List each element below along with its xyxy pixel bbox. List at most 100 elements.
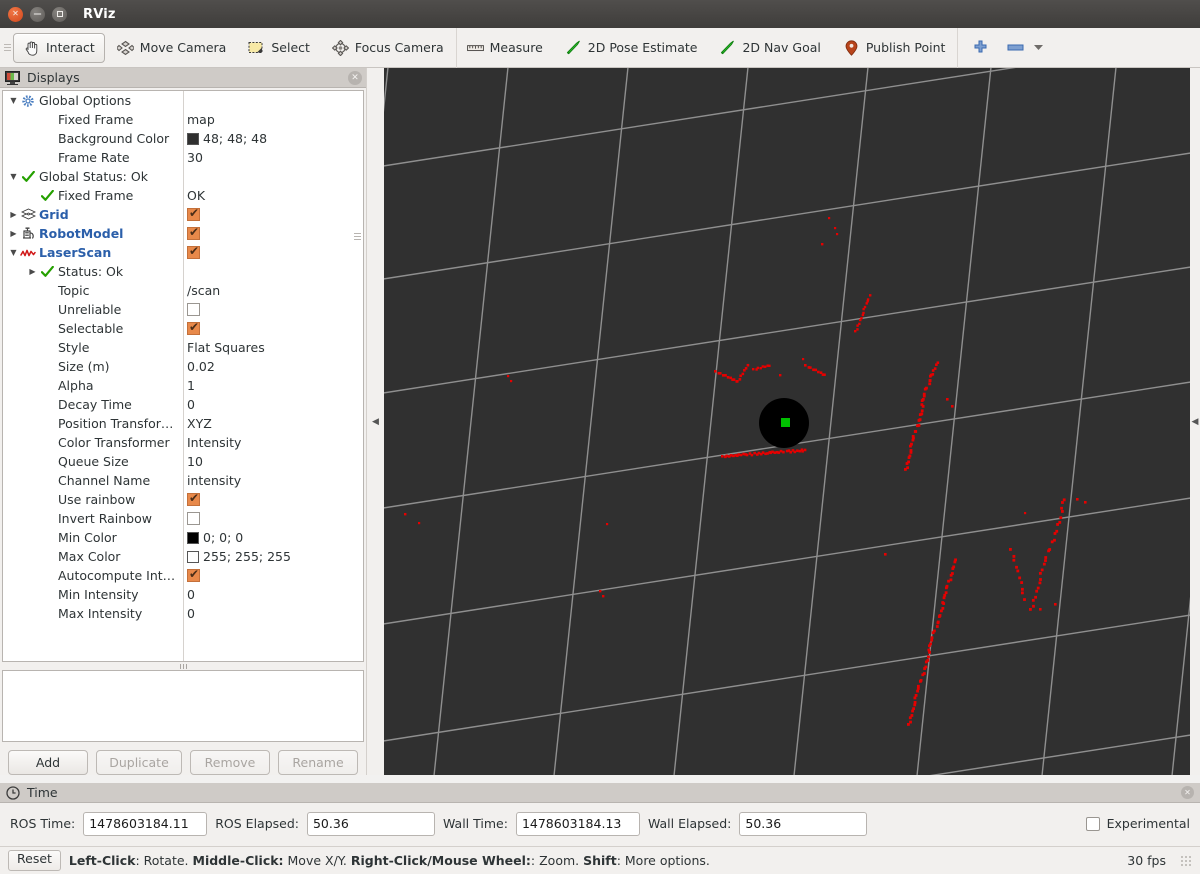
tree-row[interactable]: Queue Size 10 [3, 452, 363, 471]
minus-icon[interactable] [1007, 40, 1024, 55]
checkbox-checked[interactable] [187, 322, 200, 336]
color-swatch[interactable] [187, 132, 199, 145]
checkbox-checked[interactable] [187, 246, 200, 260]
tree-row[interactable]: ▼ Global Status: Ok [3, 167, 363, 186]
render-canvas[interactable] [384, 68, 1190, 775]
ros-elapsed-input[interactable]: 50.36 [306, 811, 435, 836]
tree-row-value[interactable]: XYZ [183, 416, 363, 431]
tree-row-value[interactable]: 0 [183, 587, 363, 602]
tool-publish-point[interactable]: Publish Point [833, 33, 956, 63]
tree-row[interactable]: Fixed Frame OK [3, 186, 363, 205]
dock-splitter-handle[interactable] [0, 662, 366, 669]
tool-interact[interactable]: Interact [13, 32, 105, 63]
checkbox-checked[interactable] [187, 569, 200, 583]
tree-row[interactable]: Use rainbow [3, 490, 363, 509]
tree-row[interactable]: Position Transfor… XYZ [3, 414, 363, 433]
wall-time-input[interactable]: 1478603184.13 [515, 811, 640, 836]
window-minimize-button[interactable]: — [30, 6, 45, 22]
add-button[interactable]: Add [8, 750, 88, 775]
tree-row[interactable]: Selectable [3, 319, 363, 338]
tree-row-value[interactable] [183, 322, 363, 336]
tree-row-value[interactable]: 1 [183, 378, 363, 393]
tree-row[interactable]: Frame Rate 30 [3, 148, 363, 167]
tree-row[interactable]: ▶ RobotModel [3, 224, 363, 243]
expand-arrow-open-icon[interactable]: ▼ [7, 248, 20, 257]
tree-row[interactable]: Max Color 255; 255; 255 [3, 547, 363, 566]
tool-move-camera[interactable]: Move Camera [107, 33, 237, 63]
tree-row[interactable]: Color Transformer Intensity [3, 433, 363, 452]
tree-row[interactable]: ▼ Global Options [3, 91, 363, 110]
plus-icon[interactable] [972, 40, 989, 55]
tree-row[interactable]: Decay Time 0 [3, 395, 363, 414]
toolbar-drag-handle[interactable] [2, 28, 13, 68]
expand-arrow-closed-icon[interactable]: ▶ [7, 229, 20, 238]
tree-row[interactable]: Autocompute Int… [3, 566, 363, 585]
3d-render-view[interactable] [384, 68, 1190, 775]
checkbox-unchecked[interactable] [187, 512, 200, 526]
tree-row-value[interactable]: 0.02 [183, 359, 363, 374]
window-maximize-button[interactable] [52, 6, 67, 22]
resize-grip[interactable] [1180, 854, 1192, 867]
tree-row[interactable]: Style Flat Squares [3, 338, 363, 357]
color-swatch[interactable] [187, 550, 199, 563]
tree-row-value[interactable] [183, 569, 363, 583]
checkbox-checked[interactable] [187, 227, 200, 241]
expand-arrow-open-icon[interactable]: ▼ [7, 172, 20, 181]
tree-row-value[interactable]: 0 [183, 397, 363, 412]
close-icon[interactable]: ✕ [1181, 786, 1194, 799]
tree-row[interactable]: Topic/scan [3, 281, 363, 300]
tree-row[interactable]: ▶ Grid [3, 205, 363, 224]
tree-row[interactable]: Invert Rainbow [3, 509, 363, 528]
tree-row-value[interactable]: intensity [183, 473, 363, 488]
tree-row-value[interactable]: OK [183, 188, 363, 203]
tree-row-value[interactable] [183, 208, 363, 222]
displays-tree[interactable]: ▼ Global Options Fixed Frame map Background … [2, 90, 364, 663]
tool-select[interactable]: Select [238, 33, 320, 63]
tree-row-value[interactable]: 48; 48; 48 [183, 131, 363, 146]
tree-row-value[interactable]: /scan [183, 283, 363, 298]
tree-row-value[interactable]: 0; 0; 0 [183, 530, 363, 545]
expand-arrow-open-icon[interactable]: ▼ [7, 96, 20, 105]
tree-row[interactable]: Size (m) 0.02 [3, 357, 363, 376]
tree-row-value[interactable] [183, 512, 363, 526]
tree-row-value[interactable]: Flat Squares [183, 340, 363, 355]
ros-time-input[interactable]: 1478603184.11 [83, 811, 208, 836]
tree-row-value[interactable]: 255; 255; 255 [183, 549, 363, 564]
collapse-right-icon[interactable]: ◀ [1192, 417, 1199, 427]
tree-row-value[interactable]: map [183, 112, 363, 127]
tree-row-value[interactable]: 30 [183, 150, 363, 165]
tree-row-value[interactable] [183, 303, 363, 317]
tree-row-value[interactable] [183, 246, 363, 260]
tool-focus-camera[interactable]: Focus Camera [322, 33, 454, 63]
tree-row-value[interactable]: Intensity [183, 435, 363, 450]
reset-button[interactable]: Reset [8, 850, 61, 871]
tree-row[interactable]: Alpha 1 [3, 376, 363, 395]
tree-row[interactable]: ▶ Status: Ok [3, 262, 363, 281]
expand-arrow-closed-icon[interactable]: ▶ [7, 210, 20, 219]
tree-row[interactable]: Max Intensity 0 [3, 604, 363, 623]
wall-elapsed-input[interactable]: 50.36 [739, 811, 868, 836]
left-panel-collapse-handle[interactable]: ◀ [366, 68, 384, 775]
experimental-checkbox[interactable] [1085, 816, 1100, 831]
tool-measure[interactable]: Measure [457, 33, 553, 63]
tree-row-value[interactable]: 10 [183, 454, 363, 469]
tree-row[interactable]: Unreliable [3, 300, 363, 319]
tool-2d-pose-estimate[interactable]: 2D Pose Estimate [555, 33, 708, 63]
window-close-button[interactable]: ✕ [8, 6, 23, 22]
checkbox-checked[interactable] [187, 493, 200, 507]
tree-scroll-grip[interactable] [354, 233, 361, 243]
experimental-toggle[interactable]: Experimental [1085, 816, 1190, 831]
tree-row-value[interactable] [183, 493, 363, 507]
tree-row[interactable]: ▼ LaserScan [3, 243, 363, 262]
close-icon[interactable]: ✕ [348, 70, 362, 85]
tree-row-value[interactable] [183, 227, 363, 241]
tree-row[interactable]: Min Color 0; 0; 0 [3, 528, 363, 547]
collapse-left-icon[interactable]: ◀ [372, 417, 379, 427]
checkbox-checked[interactable] [187, 208, 200, 222]
tool-2d-nav-goal[interactable]: 2D Nav Goal [709, 33, 830, 63]
right-panel-collapse-handle[interactable]: ◀ [1190, 68, 1200, 775]
tree-row[interactable]: Min Intensity 0 [3, 585, 363, 604]
checkbox-unchecked[interactable] [187, 303, 200, 317]
tree-row-value[interactable]: 0 [183, 606, 363, 621]
tree-row[interactable]: Channel Name intensity [3, 471, 363, 490]
